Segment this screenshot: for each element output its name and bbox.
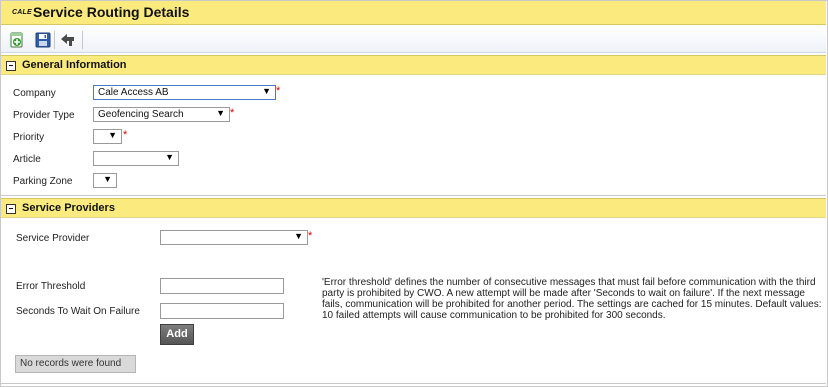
service-provider-label: Service Provider xyxy=(16,233,90,244)
provider-type-label: Provider Type xyxy=(13,110,75,121)
help-text: 'Error threshold' defines the number of … xyxy=(322,277,822,321)
section-title: Service Providers xyxy=(22,202,115,214)
chevron-down-icon: ▼ xyxy=(108,130,117,140)
service-provider-select[interactable]: ▼ xyxy=(160,230,308,245)
add-document-button[interactable] xyxy=(8,31,26,49)
add-button[interactable]: Add xyxy=(160,324,194,345)
back-button[interactable] xyxy=(59,31,77,49)
company-value: Cale Access AB xyxy=(98,87,169,98)
page-title: Service Routing Details xyxy=(33,4,190,20)
parking-zone-select[interactable]: ▼ xyxy=(93,173,117,188)
empty-records-message: No records were found xyxy=(15,355,136,373)
seconds-wait-label: Seconds To Wait On Failure xyxy=(16,306,140,317)
section-title: General Information xyxy=(22,59,127,71)
chevron-down-icon: ▼ xyxy=(262,86,271,96)
chevron-down-icon: ▼ xyxy=(216,108,225,118)
company-select[interactable]: Cale Access AB ▼ xyxy=(93,85,276,100)
error-threshold-input[interactable] xyxy=(160,278,284,294)
general-information-section: General Information xyxy=(1,55,826,196)
chevron-down-icon: ▼ xyxy=(294,231,303,241)
collapse-icon[interactable] xyxy=(6,61,16,71)
cale-logo: CALE xyxy=(12,9,32,16)
save-icon xyxy=(35,32,51,48)
error-threshold-label: Error Threshold xyxy=(16,281,86,292)
toolbar xyxy=(1,27,826,53)
provider-type-select[interactable]: Geofencing Search ▼ xyxy=(93,107,230,122)
collapse-icon[interactable] xyxy=(6,204,16,214)
company-label: Company xyxy=(13,88,56,99)
article-select[interactable]: ▼ xyxy=(93,151,179,166)
required-marker: * xyxy=(123,129,128,141)
required-marker: * xyxy=(230,107,235,119)
provider-type-value: Geofencing Search xyxy=(98,109,184,120)
seconds-wait-input[interactable] xyxy=(160,303,284,319)
service-providers-header[interactable]: Service Providers xyxy=(1,198,826,218)
save-button[interactable] xyxy=(34,31,52,49)
add-document-icon xyxy=(10,32,23,48)
chevron-down-icon: ▼ xyxy=(103,174,112,184)
article-label: Article xyxy=(13,154,41,165)
priority-select[interactable]: ▼ xyxy=(93,129,122,144)
priority-label: Priority xyxy=(13,132,45,143)
required-marker: * xyxy=(308,230,313,242)
back-arrow-icon xyxy=(61,34,74,46)
toolbar-separator xyxy=(54,31,55,49)
required-marker: * xyxy=(276,85,281,97)
title-bar: CALE Service Routing Details xyxy=(1,1,826,25)
parking-zone-label: Parking Zone xyxy=(13,176,73,187)
chevron-down-icon: ▼ xyxy=(165,152,174,162)
toolbar-separator xyxy=(82,31,83,49)
general-information-header[interactable]: General Information xyxy=(1,55,826,75)
